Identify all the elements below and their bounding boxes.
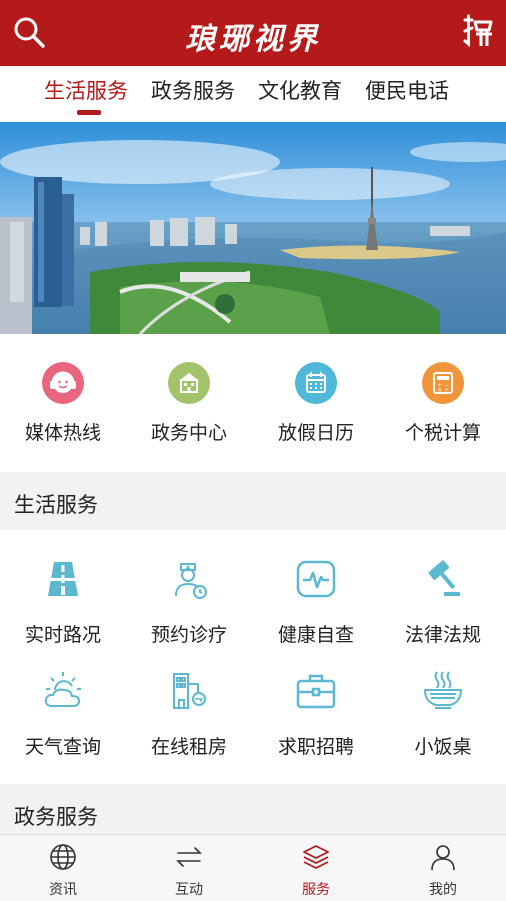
service-label: 在线租房 (150, 736, 227, 758)
house-key-icon (173, 673, 206, 709)
weather-icon (44, 672, 81, 707)
service-law[interactable]: 法律法规 (380, 556, 506, 647)
gavel-icon (428, 560, 460, 596)
quick-media-hotline[interactable]: 媒体热线 (0, 362, 126, 445)
calculator-icon: + − × ÷ (422, 362, 464, 404)
service-label: 小饭桌 (414, 736, 472, 758)
tab-life-services[interactable]: 生活服务 (44, 75, 128, 105)
section-title: 政务服务 (14, 805, 98, 829)
nav-label: 资讯 (49, 882, 77, 898)
service-rental[interactable]: 在线租房 (126, 668, 252, 759)
layers-icon (303, 845, 329, 869)
road-icon (46, 562, 80, 596)
heartbeat-icon (296, 560, 336, 598)
service-label: 健康自查 (277, 624, 354, 646)
city-banner-image[interactable] (0, 122, 506, 334)
section-title: 生活服务 (14, 493, 98, 517)
arrows-icon (176, 847, 202, 867)
nav-label: 服务 (302, 882, 330, 898)
life-services-grid: 实时路况 预约诊疗 健康自查 法律法规 天气查询 在线租房 求职招聘 小饭桌 (0, 530, 506, 784)
nav-services[interactable]: 服务 (253, 843, 379, 899)
doctor-icon (175, 563, 207, 599)
person-icon (431, 845, 455, 871)
building-icon (168, 362, 210, 404)
service-jobs[interactable]: 求职招聘 (253, 668, 379, 759)
section-header-life: 生活服务 (0, 474, 506, 530)
service-label: 天气查询 (24, 736, 101, 758)
service-label: 预约诊疗 (150, 624, 227, 646)
nav-label: 我的 (429, 882, 457, 898)
service-weather[interactable]: 天气查询 (0, 668, 126, 759)
headset-icon (42, 362, 84, 404)
nav-news[interactable]: 资讯 (0, 843, 126, 899)
service-label: 实时路况 (24, 624, 101, 646)
quick-label: 个税计算 (404, 422, 481, 444)
quick-label: 放假日历 (277, 422, 354, 444)
bottom-navigation: 资讯 互动 服务 我的 (0, 834, 506, 901)
service-label: 求职招聘 (277, 736, 354, 758)
quick-holiday-calendar[interactable]: 放假日历 (253, 362, 379, 445)
quick-gov-center[interactable]: 政务中心 (126, 362, 252, 445)
tab-gov-services[interactable]: 政务服务 (151, 75, 235, 105)
category-tabs: 生活服务 政务服务 文化教育 便民电话 (0, 66, 506, 122)
service-health-check[interactable]: 健康自查 (253, 556, 379, 647)
calendar-icon (295, 362, 337, 404)
nav-interact[interactable]: 互动 (126, 843, 252, 899)
section-header-gov: 政务服务 (0, 786, 506, 834)
active-tab-indicator (77, 110, 101, 115)
nav-label: 互动 (175, 882, 203, 898)
app-header: 琅琊视界 (0, 0, 506, 66)
globe-icon (50, 844, 76, 870)
newspaper-icon[interactable] (462, 14, 494, 48)
service-label: 法律法规 (404, 624, 481, 646)
quick-label: 媒体热线 (24, 422, 101, 444)
nav-profile[interactable]: 我的 (380, 843, 506, 899)
bowl-icon (423, 671, 463, 709)
quick-tax-calculator[interactable]: + − × ÷ 个税计算 (380, 362, 506, 445)
briefcase-icon (296, 674, 336, 709)
service-traffic[interactable]: 实时路况 (0, 556, 126, 647)
service-appointment[interactable]: 预约诊疗 (126, 556, 252, 647)
quick-label: 政务中心 (150, 422, 227, 444)
app-title: 琅琊视界 (185, 22, 321, 57)
quick-access-row: 媒体热线 政务中心 放假日历 + − × ÷ 个税计算 (0, 334, 506, 472)
tab-public-phones[interactable]: 便民电话 (365, 75, 449, 105)
tab-culture-education[interactable]: 文化教育 (258, 75, 342, 105)
svg-text:× ÷: × ÷ (437, 387, 449, 394)
service-dining[interactable]: 小饭桌 (380, 668, 506, 759)
